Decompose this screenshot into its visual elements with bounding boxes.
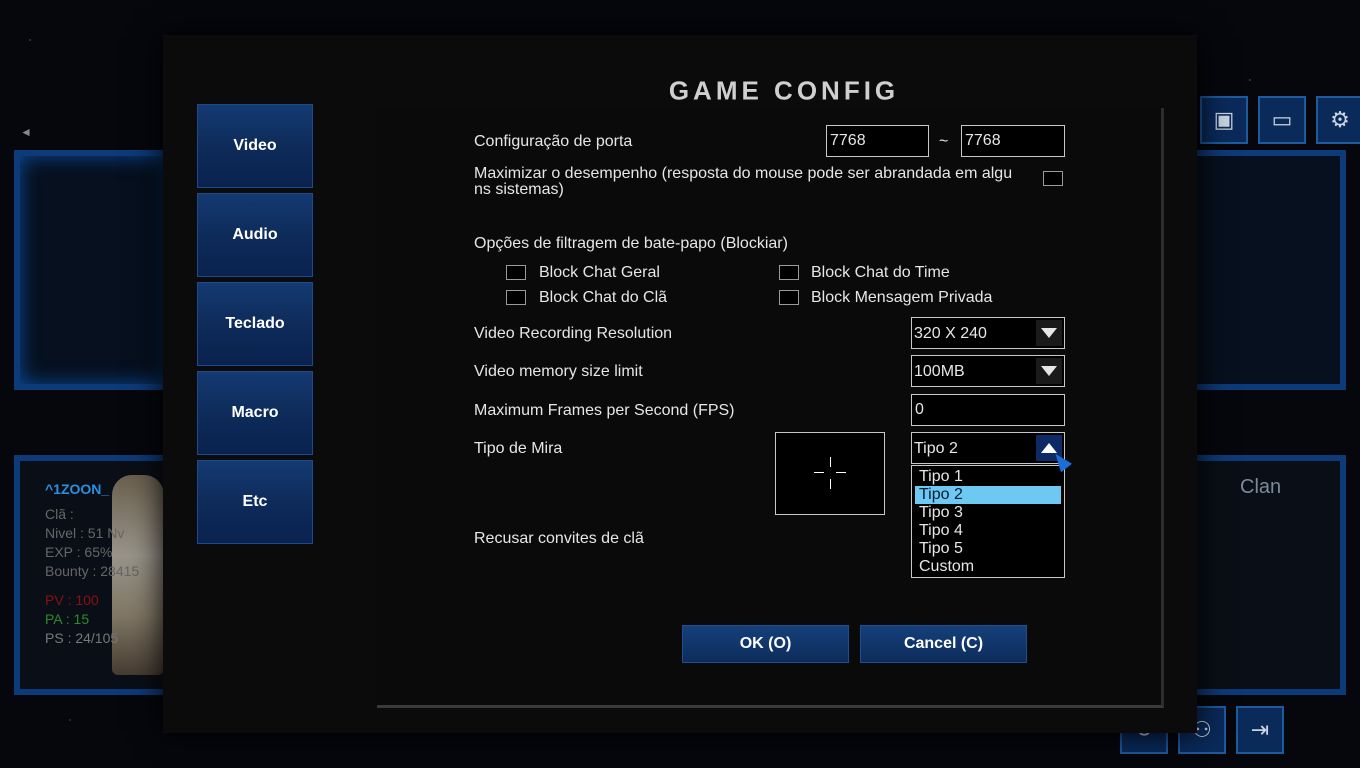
block-private-message-label: Block Mensagem Privada <box>811 289 993 306</box>
chevron-down-icon[interactable] <box>1036 320 1062 346</box>
port-separator: ~ <box>939 133 949 150</box>
video-resolution-label: Video Recording Resolution <box>474 325 673 342</box>
block-chat-time-checkbox[interactable] <box>779 265 799 280</box>
tab-etc[interactable]: Etc <box>197 460 313 544</box>
tv-icon[interactable]: ▭ <box>1258 96 1306 144</box>
crosshair-option-tipo-3[interactable]: Tipo 3 <box>915 504 1061 522</box>
port-from-input[interactable]: 7768 <box>826 125 929 157</box>
maximize-label-line2: ns sistemas) <box>474 181 564 198</box>
video-memory-label: Video memory size limit <box>474 363 643 380</box>
character-pa: PA : 15 <box>45 611 90 627</box>
tab-teclado[interactable]: Teclado <box>197 282 313 366</box>
block-private-message-checkbox[interactable] <box>779 290 799 305</box>
dialog-title: GAME CONFIG <box>668 75 900 106</box>
crosshair-option-tipo-2[interactable]: Tipo 2 <box>915 486 1061 504</box>
character-bounty: Bounty : 28415 <box>45 563 140 579</box>
block-chat-time-label: Block Chat do Time <box>811 264 950 281</box>
clan-tab[interactable]: Clan <box>1240 476 1281 499</box>
crosshair-option-tipo-5[interactable]: Tipo 5 <box>915 540 1061 558</box>
refuse-clan-invites-label: Recusar convites de clã <box>474 530 644 547</box>
fps-label: Maximum Frames per Second (FPS) <box>474 402 735 419</box>
maximize-performance-checkbox[interactable] <box>1043 171 1063 186</box>
crosshair-value: Tipo 2 <box>914 440 958 457</box>
tab-video[interactable]: Video <box>197 104 313 188</box>
video-resolution-value: 320 X 240 <box>914 325 987 342</box>
fps-input[interactable]: 0 <box>911 394 1065 426</box>
block-chat-geral-label: Block Chat Geral <box>539 264 660 281</box>
crosshair-label: Tipo de Mira <box>474 440 563 457</box>
port-to-input[interactable]: 7768 <box>961 125 1065 157</box>
left-arrow-icon: ◄ <box>20 125 32 139</box>
crosshair-line-top <box>830 457 831 467</box>
cancel-button[interactable]: Cancel (C) <box>860 625 1027 663</box>
block-chat-geral-checkbox[interactable] <box>506 265 526 280</box>
maximize-performance-label: Maximizar o desempenho (resposta do mous… <box>474 166 1012 198</box>
ok-button[interactable]: OK (O) <box>682 625 849 663</box>
crosshair-dropdown-list: Tipo 1 Tipo 2 Tipo 3 Tipo 4 Tipo 5 Custo… <box>911 465 1065 578</box>
character-level: Nivel : 51 Nv <box>45 525 125 541</box>
crosshair-option-custom[interactable]: Custom <box>915 558 1061 576</box>
character-name: ^1ZOON_ <box>45 481 110 497</box>
gear-icon[interactable]: ⚙ <box>1316 96 1360 144</box>
block-chat-cla-checkbox[interactable] <box>506 290 526 305</box>
exit-icon[interactable]: ⇥ <box>1236 706 1284 754</box>
crosshair-line-right <box>836 472 846 473</box>
settings-tab-list: Video Audio Teclado Macro Etc <box>197 104 313 544</box>
crosshair-preview <box>775 432 885 515</box>
chat-filter-label: Opções de filtragem de bate-papo (Blocki… <box>474 235 788 252</box>
video-memory-select[interactable]: 100MB <box>911 355 1065 387</box>
character-pv: PV : 100 <box>45 592 99 608</box>
tab-audio[interactable]: Audio <box>197 193 313 277</box>
crosshair-option-tipo-1[interactable]: Tipo 1 <box>915 468 1061 486</box>
chevron-down-icon[interactable] <box>1036 358 1062 384</box>
crosshair-option-tipo-4[interactable]: Tipo 4 <box>915 522 1061 540</box>
maximize-label-line1: Maximizar o desempenho (resposta do mous… <box>474 165 1013 182</box>
port-label: Configuração de porta <box>474 133 633 150</box>
tab-macro[interactable]: Macro <box>197 371 313 455</box>
background-panel-right-top <box>1190 150 1346 390</box>
background-panel-left-top <box>14 150 174 390</box>
video-memory-value: 100MB <box>914 363 965 380</box>
camera-icon[interactable]: ▣ <box>1200 96 1248 144</box>
crosshair-line-bottom <box>830 479 831 489</box>
top-icon-bar: ▣ ▭ ⚙ <box>1200 96 1360 144</box>
video-resolution-select[interactable]: 320 X 240 <box>911 317 1065 349</box>
character-clan: Clã : <box>45 506 74 522</box>
crosshair-select[interactable]: Tipo 2 <box>911 432 1065 464</box>
block-chat-cla-label: Block Chat do Clã <box>539 289 668 306</box>
character-ps: PS : 24/105 <box>45 630 119 646</box>
crosshair-line-left <box>814 472 824 473</box>
character-exp: EXP : 65% <box>45 544 113 560</box>
character-info: ^1ZOON_ Clã : Nivel : 51 Nv EXP : 65% Bo… <box>45 480 175 648</box>
